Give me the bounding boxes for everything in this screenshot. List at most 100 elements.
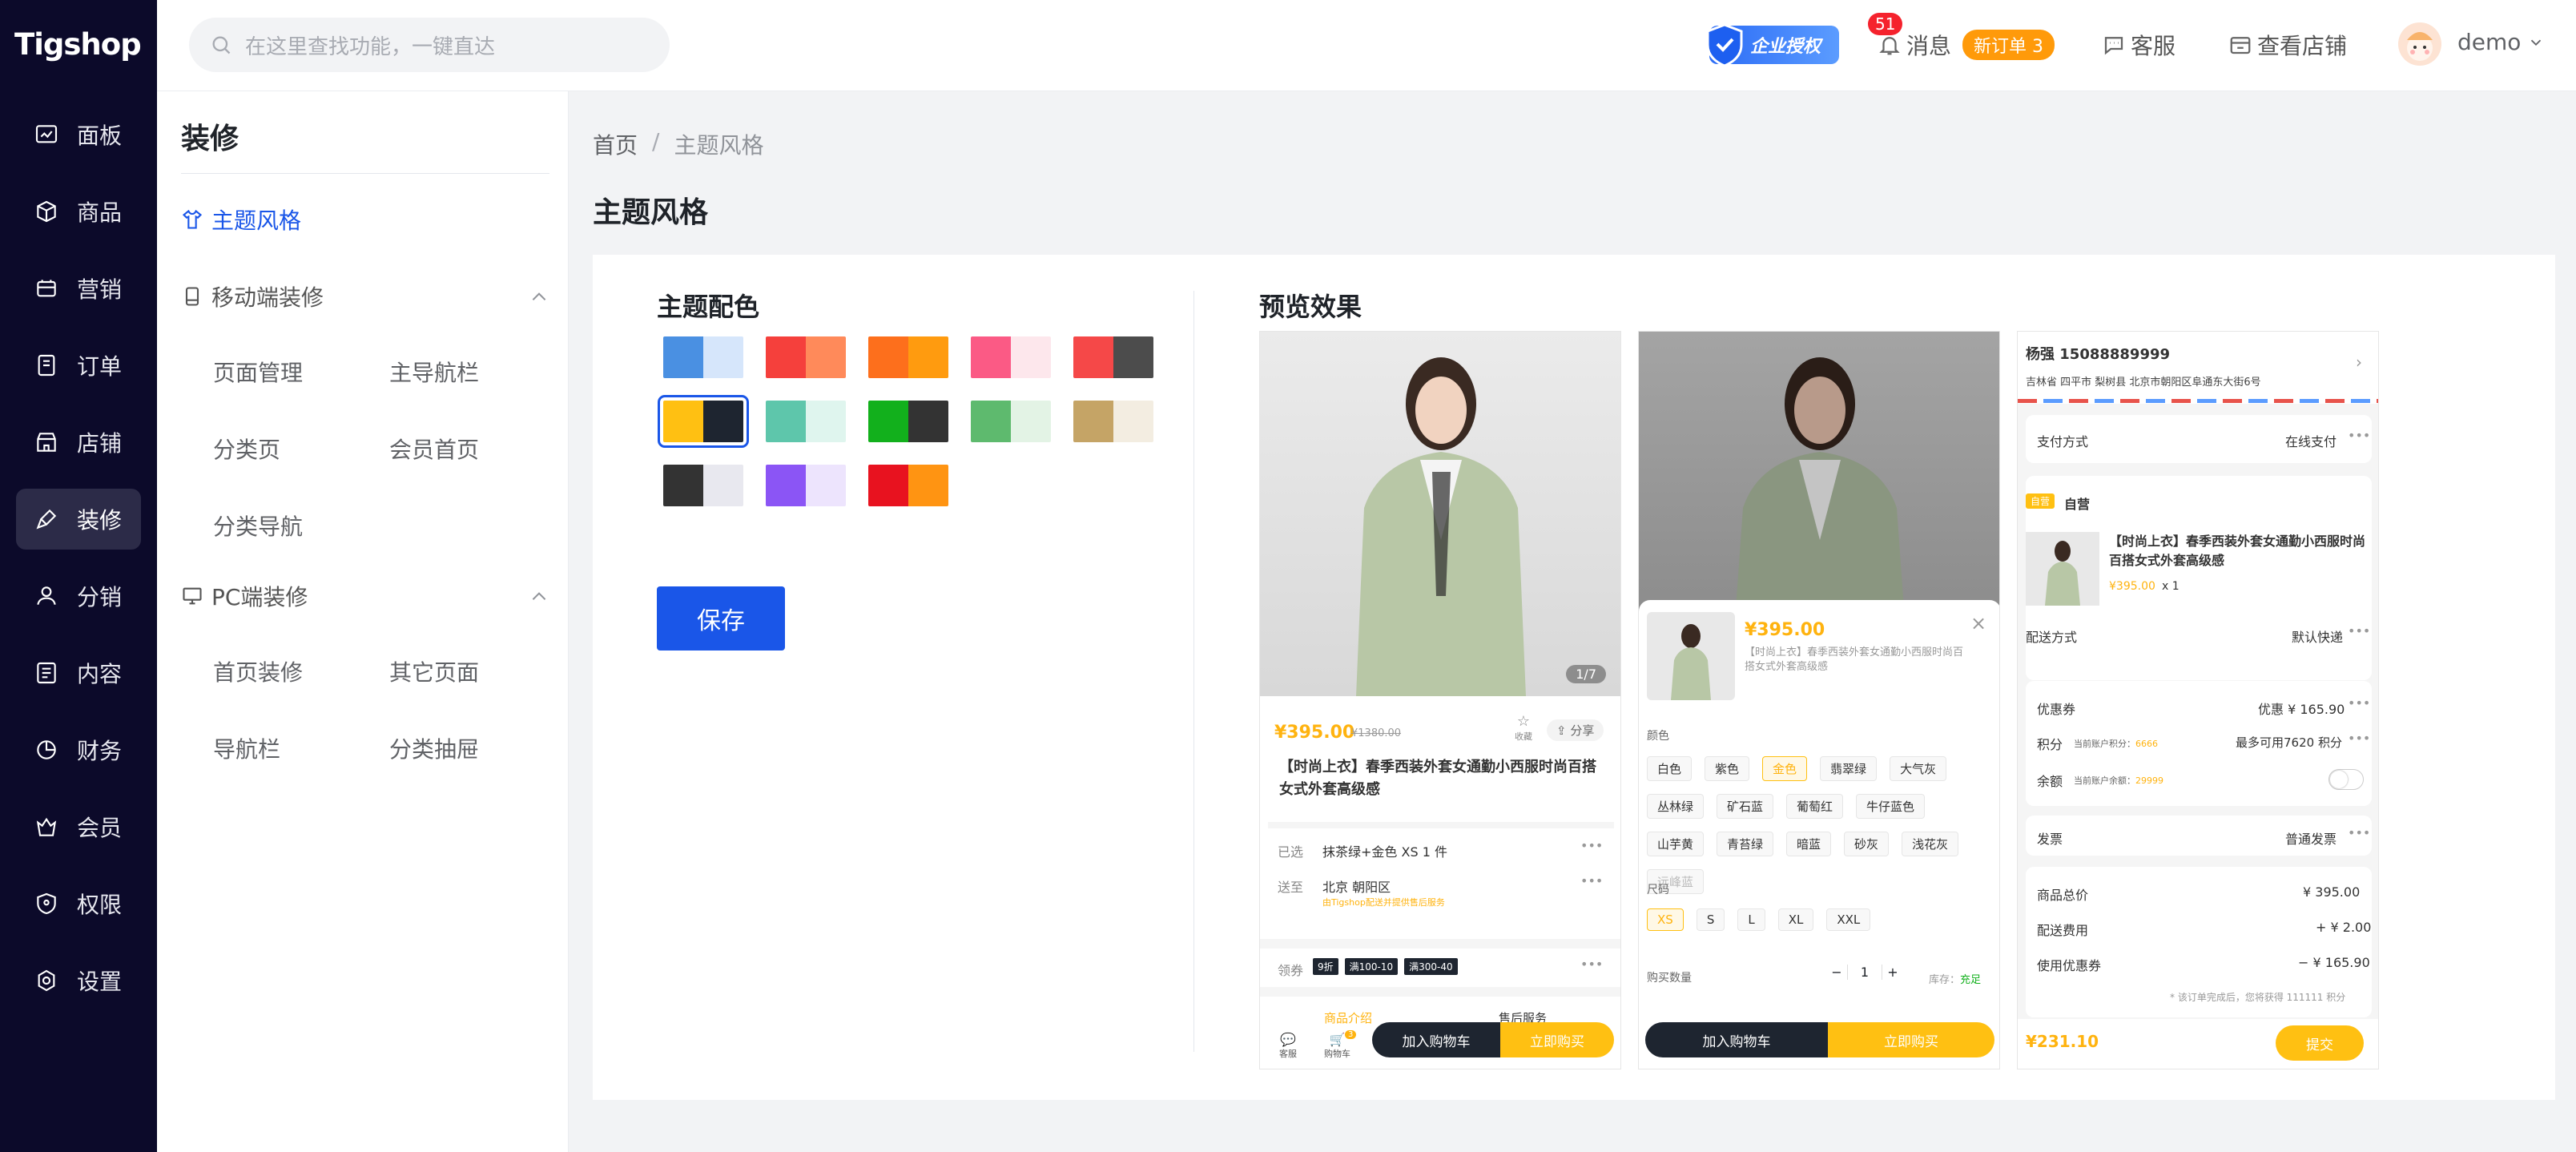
sidebar-item-8[interactable]: 财务 (16, 719, 141, 780)
submenu-item-category-nav[interactable]: 分类导航 (213, 510, 303, 542)
more-icon[interactable]: ••• (1580, 957, 1603, 972)
more-icon[interactable]: ••• (2348, 428, 2370, 443)
buy-now-button[interactable]: 立即购买 (1500, 1022, 1614, 1057)
submenu-group-pc[interactable]: PC端装修 (181, 580, 308, 612)
theme-swatch[interactable] (766, 336, 846, 378)
chevron-up-icon[interactable] (529, 586, 549, 607)
size-option[interactable]: L (1737, 908, 1765, 931)
color-option[interactable]: 暗蓝 (1786, 832, 1832, 856)
submit-button[interactable]: 提交 (2276, 1025, 2364, 1061)
coupon-chip[interactable]: 满100-10 (1344, 958, 1399, 975)
sidebar-item-6[interactable]: 分销 (16, 566, 141, 626)
sidebar-item-11[interactable]: 设置 (16, 950, 141, 1011)
tab-product-intro[interactable]: 商品介绍 (1324, 1009, 1372, 1026)
balance-toggle[interactable] (2328, 769, 2364, 790)
color-option[interactable]: 丛林绿 (1647, 794, 1705, 819)
qty-value[interactable]: 1 (1847, 965, 1882, 980)
delivery-value[interactable]: 默认快递 (2292, 626, 2343, 646)
color-option[interactable]: 翡翠绿 (1820, 756, 1878, 781)
sidebar-item-9[interactable]: 会员 (16, 796, 141, 857)
sidebar-item-5[interactable]: 装修 (16, 489, 141, 550)
theme-swatch[interactable] (663, 336, 743, 378)
points-value[interactable]: 最多可用7620 积分 (2236, 734, 2342, 751)
submenu-item-category-drawer[interactable]: 分类抽屉 (389, 732, 479, 764)
chevron-right-icon[interactable]: › (2356, 352, 2362, 372)
customer-service-link[interactable]: 客服 (2102, 29, 2176, 61)
color-option[interactable]: 砂灰 (1844, 832, 1890, 856)
theme-swatch[interactable] (766, 401, 846, 442)
buy-now-button[interactable]: 立即购买 (1828, 1022, 1994, 1057)
more-icon[interactable]: ••• (1580, 873, 1603, 888)
submenu-item-category-page[interactable]: 分类页 (213, 433, 280, 465)
theme-swatch[interactable] (766, 465, 846, 506)
more-icon[interactable]: ••• (2348, 623, 2370, 638)
theme-swatch[interactable] (971, 336, 1051, 378)
sidebar-item-4[interactable]: 店铺 (16, 412, 141, 473)
sidebar-item-10[interactable]: 权限 (16, 873, 141, 934)
coupon-chip[interactable]: 满300-40 (1404, 958, 1458, 975)
favorite-button[interactable]: ☆ 收藏 (1515, 713, 1532, 743)
theme-swatch[interactable] (1073, 336, 1153, 378)
theme-swatch[interactable] (971, 401, 1051, 442)
plus-icon[interactable]: + (1882, 965, 1903, 980)
more-icon[interactable]: ••• (2348, 695, 2370, 711)
submenu-item-navbar[interactable]: 导航栏 (213, 732, 280, 764)
color-option[interactable]: 牛仔蓝色 (1856, 794, 1926, 819)
color-option[interactable]: 矿石蓝 (1717, 794, 1774, 819)
color-option[interactable]: 紫色 (1705, 756, 1750, 781)
new-order-badge[interactable]: 新订单 3 (1962, 30, 2055, 60)
add-cart-button[interactable]: 加入购物车 (1372, 1022, 1500, 1057)
color-option[interactable]: 青苔绿 (1717, 832, 1774, 856)
share-button[interactable]: ⇪ 分享 (1547, 719, 1604, 741)
view-store-link[interactable]: 查看店铺 (2228, 29, 2347, 61)
customer-service-button[interactable]: 💬 客服 (1279, 1032, 1297, 1060)
add-cart-button[interactable]: 加入购物车 (1645, 1022, 1828, 1057)
theme-swatch[interactable] (868, 336, 948, 378)
breadcrumb-home[interactable]: 首页 (593, 128, 638, 160)
coupon-chip[interactable]: 9折 (1313, 958, 1338, 975)
size-option[interactable]: S (1696, 908, 1725, 931)
color-option[interactable]: 山芋黄 (1647, 832, 1705, 856)
theme-swatch[interactable] (1073, 401, 1153, 442)
save-button[interactable]: 保存 (657, 586, 785, 651)
sidebar-item-7[interactable]: 内容 (16, 642, 141, 703)
sidebar-item-1[interactable]: 商品 (16, 181, 141, 242)
size-option[interactable]: XS (1647, 908, 1684, 931)
size-option[interactable]: XXL (1826, 908, 1871, 931)
search-input[interactable]: 在这里查找功能，一键直达 (189, 18, 670, 72)
messages-button[interactable]: 消息 新订单 3 (1878, 29, 2055, 61)
avatar[interactable] (2398, 22, 2441, 66)
color-option[interactable]: 白色 (1647, 756, 1693, 781)
coupon-value[interactable]: 优惠 ¥ 165.90 (2258, 699, 2345, 718)
user-menu[interactable]: demo (2457, 29, 2550, 55)
color-option[interactable]: 葡萄红 (1786, 794, 1844, 819)
submenu-item-home-decor[interactable]: 首页装修 (213, 655, 303, 687)
color-option[interactable]: 大气灰 (1890, 756, 1947, 781)
submenu-item-theme[interactable]: 主题风格 (181, 203, 301, 236)
submenu-item-page-manage[interactable]: 页面管理 (213, 356, 303, 388)
size-option[interactable]: XL (1777, 908, 1814, 931)
minus-icon[interactable]: − (1826, 965, 1847, 980)
more-icon[interactable]: ••• (2348, 825, 2370, 840)
enterprise-auth-badge[interactable]: 企业授权 (1706, 23, 1839, 67)
submenu-group-mobile[interactable]: 移动端装修 (181, 280, 324, 312)
theme-swatch[interactable] (868, 465, 948, 506)
chevron-up-icon[interactable] (529, 287, 549, 308)
close-icon[interactable]: × (1970, 612, 1986, 634)
color-option[interactable]: 浅花灰 (1902, 832, 1959, 856)
sidebar-item-3[interactable]: 订单 (16, 335, 141, 396)
color-option[interactable]: 金色 (1762, 756, 1808, 781)
sidebar-item-0[interactable]: 面板 (16, 104, 141, 165)
theme-swatch[interactable] (868, 401, 948, 442)
submenu-item-main-nav[interactable]: 主导航栏 (389, 356, 479, 388)
theme-swatch[interactable] (663, 465, 743, 506)
sidebar-item-2[interactable]: 营销 (16, 258, 141, 319)
submenu-item-member-home[interactable]: 会员首页 (389, 433, 479, 465)
theme-swatch[interactable] (658, 395, 749, 448)
selected-value[interactable]: 抹茶绿+金色 XS 1 件 (1322, 841, 1447, 860)
ship-value[interactable]: 北京 朝阳区 (1322, 876, 1391, 896)
quantity-stepper[interactable]: − 1 + (1826, 965, 1903, 980)
more-icon[interactable]: ••• (1580, 838, 1603, 853)
more-icon[interactable]: ••• (2348, 731, 2370, 746)
submenu-item-other-pages[interactable]: 其它页面 (389, 655, 479, 687)
